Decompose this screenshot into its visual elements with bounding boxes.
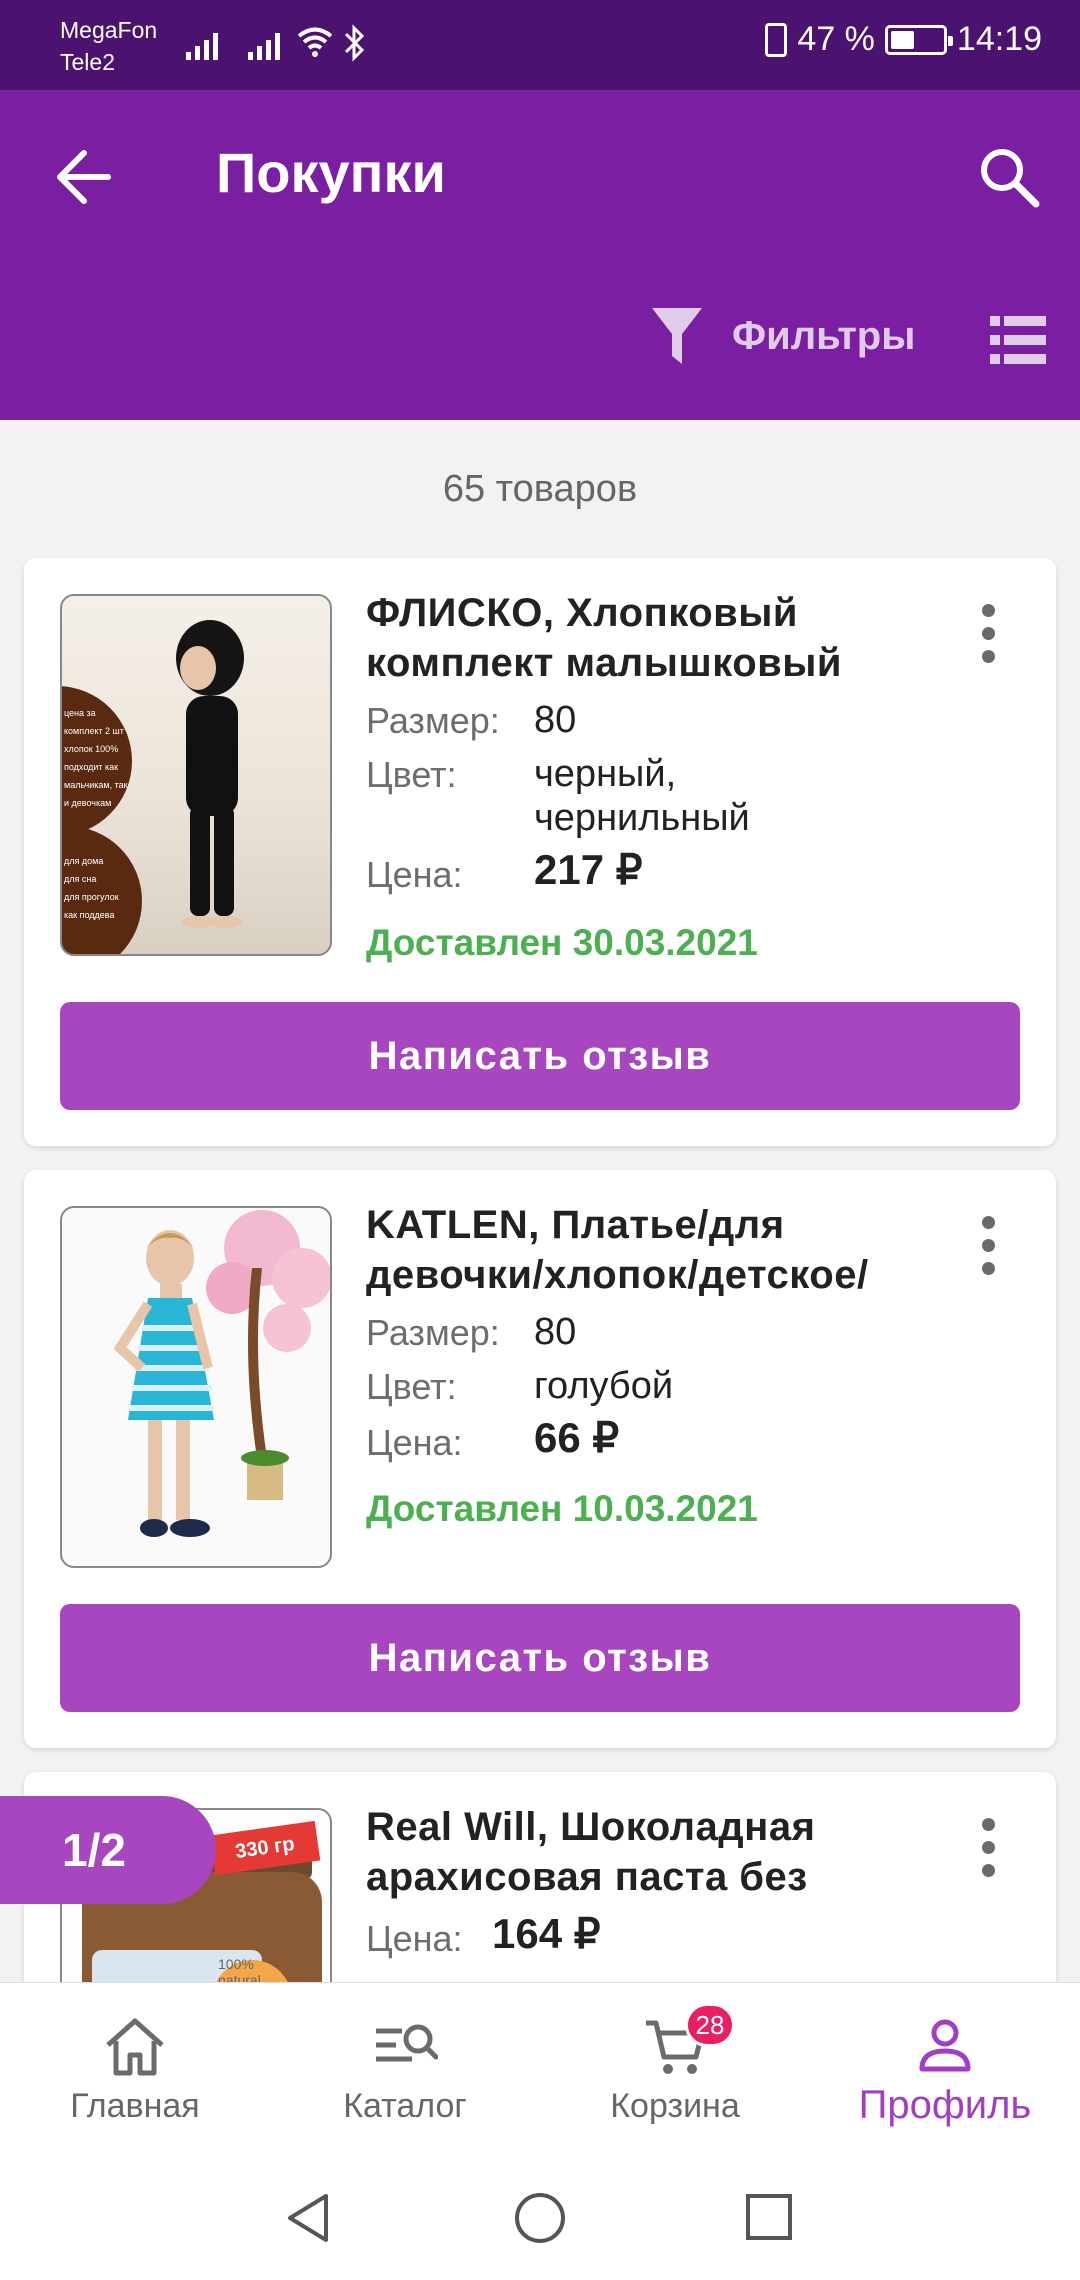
size-value: 80 <box>534 1311 577 1353</box>
image-text: как поддева <box>64 910 115 920</box>
price-value: 217 ₽ <box>534 846 643 893</box>
home-icon <box>106 2018 164 2076</box>
write-review-button[interactable]: Написать отзыв <box>60 1604 1020 1712</box>
nav-catalog[interactable]: Каталог <box>270 1983 540 2150</box>
child-figure <box>176 620 244 928</box>
more-options-icon[interactable] <box>982 1216 996 1285</box>
nav-label: Корзина <box>610 2087 740 2125</box>
page-title: Покупки <box>216 141 446 204</box>
carrier-2: Tele2 <box>60 49 115 75</box>
image-text: подходит как <box>64 762 119 772</box>
delivery-status: Доставлен 10.03.2021 <box>366 1488 758 1529</box>
nav-label: Профиль <box>858 2083 1032 2127</box>
write-review-button[interactable]: Написать отзыв <box>60 1002 1020 1110</box>
price-value: 164 ₽ <box>492 1910 601 1957</box>
product-name[interactable]: Real Will, Шоколадная арахисовая паста б… <box>366 1802 946 1902</box>
filter-label: Фильтры <box>732 313 916 358</box>
image-text: для дома <box>64 856 104 866</box>
color-value: голубой <box>534 1365 674 1407</box>
product-name-line: ФЛИСКО, Хлопковый <box>366 591 798 635</box>
vibrate-icon <box>765 22 788 57</box>
product-name-line: девочки/хлопок/детское/ <box>366 1253 869 1297</box>
color-value-line: чернильный <box>534 797 750 839</box>
search-icon[interactable] <box>974 142 1044 212</box>
carrier-1: MegaFon <box>60 17 158 43</box>
nav-home[interactable]: Главная <box>0 1983 270 2150</box>
size-label: Размер: <box>366 700 500 741</box>
image-text: для сна <box>64 874 97 884</box>
wifi-icon <box>297 27 333 57</box>
more-options-icon[interactable] <box>982 1818 996 1887</box>
nav-profile[interactable]: Профиль <box>810 1983 1080 2150</box>
cart-badge: 28 <box>685 2003 735 2047</box>
page-indicator[interactable]: 1/2 <box>0 1796 216 1904</box>
image-text: цена за <box>64 708 96 718</box>
nav-label: Главная <box>70 2087 200 2125</box>
nav-label: Каталог <box>343 2087 467 2125</box>
product-name[interactable]: KATLEN, Платье/для девочки/хлопок/детско… <box>366 1200 946 1300</box>
signal-2-icon <box>248 28 280 60</box>
status-bar: MegaFon Tele2 47 % 14:19 <box>0 0 1080 90</box>
image-text: мальчикам, так <box>64 780 128 790</box>
more-options-icon[interactable] <box>982 604 996 673</box>
delivery-status: Доставлен 30.03.2021 <box>366 922 758 963</box>
filter-button[interactable]: Фильтры <box>650 306 915 366</box>
color-label: Цвет: <box>366 1366 457 1407</box>
color-value-line: черный, <box>534 753 677 795</box>
bluetooth-icon <box>344 24 365 62</box>
nav-cart[interactable]: 28 Корзина <box>540 1983 810 2150</box>
system-home-icon[interactable] <box>512 2190 568 2246</box>
purchase-card: цена за комплект 2 шт хлопок 100% подход… <box>24 558 1056 1146</box>
battery-percent: 47 % <box>797 20 875 58</box>
catalog-search-icon <box>376 2024 438 2062</box>
product-name-line: арахисовая паста без <box>366 1855 808 1899</box>
price-label: Цена: <box>366 1918 463 1959</box>
price-label: Цена: <box>366 1422 463 1463</box>
product-image[interactable]: цена за комплект 2 шт хлопок 100% подход… <box>60 594 332 956</box>
system-navigation <box>0 2150 1080 2280</box>
system-recents-icon[interactable] <box>744 2192 794 2242</box>
image-text: комплект 2 шт <box>64 726 124 736</box>
app-bar: Покупки Фильтры <box>0 90 1080 420</box>
product-name-line: комплект малышковый <box>366 641 842 685</box>
size-label: Размер: <box>366 1312 500 1353</box>
image-text: для прогулок <box>64 892 119 902</box>
system-back-icon[interactable] <box>282 2190 334 2246</box>
back-arrow-icon[interactable] <box>52 140 116 214</box>
signal-1-icon <box>186 28 218 60</box>
image-text: хлопок 100% <box>64 744 119 754</box>
battery-icon <box>884 24 953 55</box>
battery-fill <box>890 30 915 49</box>
color-value: черный, чернильный <box>534 752 750 840</box>
price-value: 66 ₽ <box>534 1414 620 1461</box>
bottom-navigation: Главная Каталог 28 Корзина Профиль <box>0 1982 1080 2150</box>
carriers: MegaFon Tele2 <box>60 14 157 78</box>
list-view-icon[interactable] <box>990 316 1046 364</box>
clock: 14:19 <box>956 20 1042 58</box>
funnel-icon <box>652 308 702 364</box>
size-value: 80 <box>534 699 577 741</box>
image-text: и девочкам <box>64 798 112 808</box>
color-label: Цвет: <box>366 754 457 795</box>
dress-figure <box>113 1210 330 1537</box>
status-right: 47 % 14:19 <box>765 20 1042 59</box>
profile-icon <box>919 2019 971 2072</box>
product-name-line: Real Will, Шоколадная <box>366 1805 816 1849</box>
items-count: 65 товаров <box>442 468 638 510</box>
product-name[interactable]: ФЛИСКО, Хлопковый комплект малышковый <box>366 588 946 688</box>
purchase-card: KATLEN, Платье/для девочки/хлопок/детско… <box>24 1170 1056 1748</box>
product-name-line: KATLEN, Платье/для <box>366 1203 785 1247</box>
product-image[interactable] <box>60 1206 332 1568</box>
price-label: Цена: <box>366 854 463 895</box>
